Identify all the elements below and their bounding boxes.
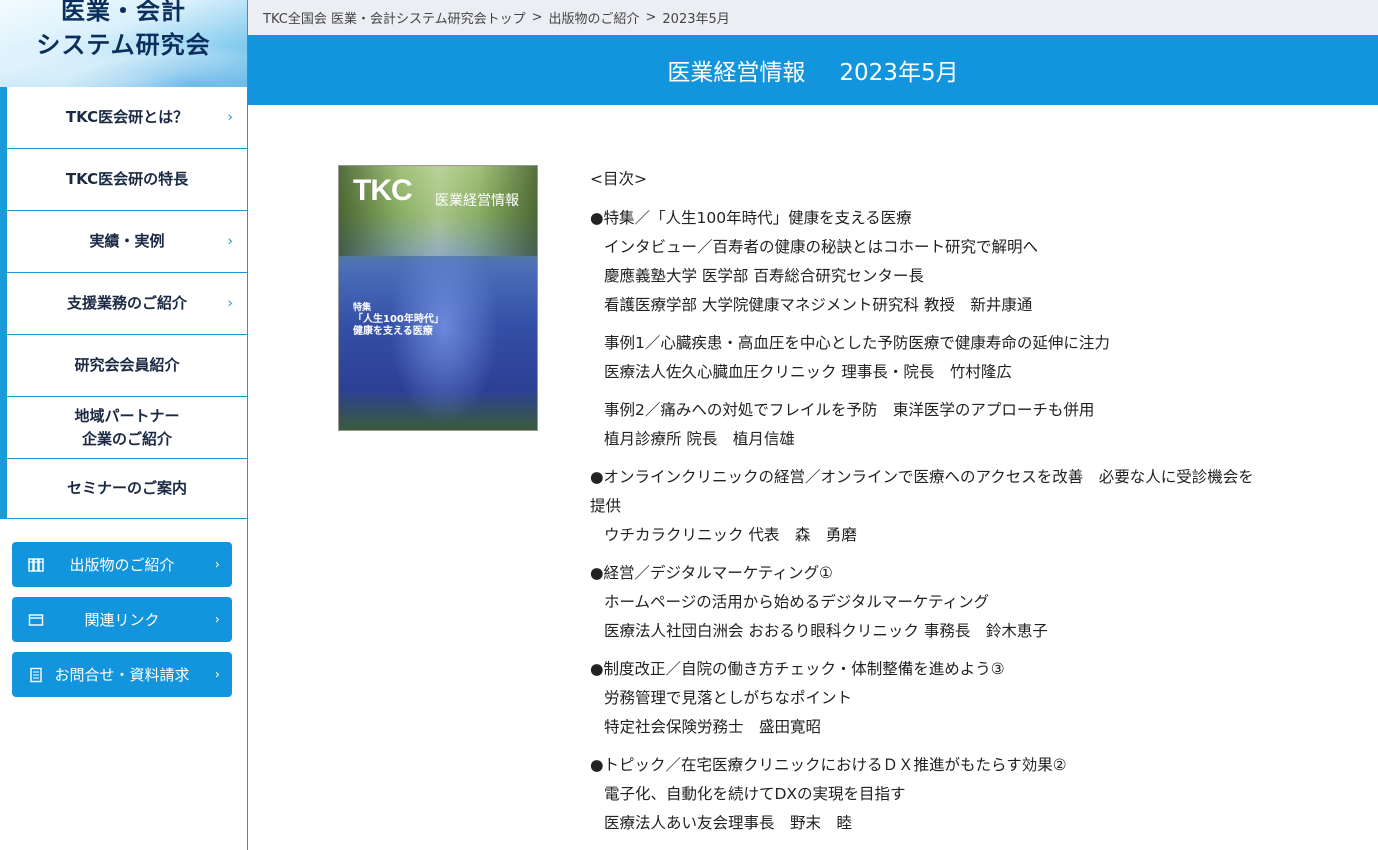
sidebar-item-features[interactable]: TKC医会研の特長 xyxy=(0,149,247,211)
cover-feature: 特集 「人生100年時代」 健康を支える医療 xyxy=(353,302,444,338)
sidebar-item-partners[interactable]: 地域パートナー 企業のご紹介 xyxy=(0,397,247,459)
toc-section: ●制度改正／自院の働き方チェック・体制整備を進めよう③ 労務管理で見落としがちな… xyxy=(590,655,1290,742)
toc-group: 電子化、自動化を続けてDXの実現を目指す 医療法人あい友会理事長 野末 睦 xyxy=(590,780,1290,838)
chevron-right-icon: › xyxy=(227,295,233,311)
toc-section-title: ●制度改正／自院の働き方チェック・体制整備を進めよう③ xyxy=(590,660,1005,678)
cover-feature-title-1: 「人生100年時代」 xyxy=(353,314,444,325)
breadcrumb-separator: > xyxy=(531,10,543,25)
toc-group: 労務管理で見落としがちなポイント 特定社会保険労務士 盛田寛昭 xyxy=(590,684,1290,742)
toc-line: 看護医療学部 大学院健康マネジメント研究科 教授 新井康通 xyxy=(604,296,1033,314)
toc-section: ●オンラインクリニックの経営／オンラインで医療へのアクセスを改善 必要な人に受診… xyxy=(590,463,1290,550)
sidebar: 医業・会計 システム研究会 TKC医会研とは？ › TKC医会研の特長 実績・実… xyxy=(0,0,248,850)
sidebar-item-label: セミナーのご案内 xyxy=(66,479,187,497)
logo-text-line2: システム研究会 xyxy=(36,31,211,59)
toc-section: ●トピック／在宅医療クリニックにおけるＤＸ推進がもたらす効果② 電子化、自動化を… xyxy=(590,751,1290,838)
site-logo[interactable]: 医業・会計 システム研究会 xyxy=(0,0,247,87)
sidebar-item-label: 研究会会員紹介 xyxy=(74,356,180,374)
toc-line: 慶應義塾大学 医学部 百寿総合研究センター長 xyxy=(604,267,924,285)
document-icon xyxy=(30,667,42,682)
toc-line: 医療法人あい友会理事長 野末 睦 xyxy=(604,814,853,832)
breadcrumb-link-publications[interactable]: 出版物のご紹介 xyxy=(548,8,639,27)
toc-section-title-wrap: 提供 xyxy=(590,497,622,515)
toc-section-title: ●経営／デジタルマーケティング① xyxy=(590,564,833,582)
toc-group: 事例1／心臓疾患・高血圧を中心とした予防医療で健康寿命の延伸に注力 医療法人佐久… xyxy=(590,329,1290,387)
toc-group: ホームページの活用から始めるデジタルマーケティング 医療法人社団白洲会 おおるり… xyxy=(590,588,1290,646)
related-links-button[interactable]: 関連リンク › xyxy=(12,597,232,642)
logo-text-line1: 医業・会計 xyxy=(61,0,186,25)
cover-feature-title-2: 健康を支える医療 xyxy=(353,326,433,337)
toc-section: ●特集／「人生100年時代」健康を支える医療 インタビュー／百寿者の健康の秘訣と… xyxy=(590,204,1290,454)
chevron-right-icon: › xyxy=(227,233,233,249)
page-title-date: 2023年5月 xyxy=(839,60,959,86)
magazine-cover-image: TKC 医業経営情報 特集 「人生100年時代」 健康を支える医療 xyxy=(338,165,538,431)
cover-logo: TKC xyxy=(353,174,413,207)
related-links-button-label: 関連リンク xyxy=(84,611,160,629)
toc-line: 事例1／心臓疾患・高血圧を中心とした予防医療で健康寿命の延伸に注力 xyxy=(604,334,1110,352)
toc-section-title: ●トピック／在宅医療クリニックにおけるＤＸ推進がもたらす効果② xyxy=(590,756,1067,774)
sidebar-item-members[interactable]: 研究会会員紹介 xyxy=(0,335,247,397)
toc-line: 特定社会保険労務士 盛田寛昭 xyxy=(604,718,822,736)
publications-button[interactable]: 出版物のご紹介 › xyxy=(12,542,232,587)
breadcrumb-link-top[interactable]: TKC全国会 医業・会計システム研究会トップ xyxy=(263,8,526,27)
toc-section-title: ●特集／「人生100年時代」健康を支える医療 xyxy=(590,209,912,227)
cover-feature-label: 特集 xyxy=(353,303,372,313)
window-icon xyxy=(28,613,44,626)
page-title: 医業経営情報 xyxy=(667,60,806,86)
sidebar-item-label: TKC医会研とは？ xyxy=(65,108,189,126)
toc-line: 事例2／痛みへの対処でフレイルを予防 東洋医学のアプローチも併用 xyxy=(604,401,1095,419)
breadcrumb: TKC全国会 医業・会計システム研究会トップ > 出版物のご紹介 > 2023年… xyxy=(248,0,1378,35)
toc-group: インタビュー／百寿者の健康の秘訣とはコホート研究で解明へ 慶應義塾大学 医学部 … xyxy=(590,233,1290,320)
publications-button-label: 出版物のご紹介 xyxy=(69,556,175,574)
page-title-bar: 医業経営情報 2023年5月 xyxy=(248,35,1378,105)
toc-line: 医療法人佐久心臓血圧クリニック 理事長・院長 竹村隆広 xyxy=(604,363,1012,381)
toc-group: ウチカラクリニック 代表 森 勇磨 xyxy=(590,521,1290,550)
toc-heading: <目次> xyxy=(590,170,647,188)
toc-line: 植月診療所 院長 植月信雄 xyxy=(604,430,795,448)
toc-line: 電子化、自動化を続けてDXの実現を目指す xyxy=(604,785,906,803)
sidebar-item-label-line2: 企業のご紹介 xyxy=(81,429,172,448)
toc-section: ●経営／デジタルマーケティング① ホームページの活用から始めるデジタルマーケティ… xyxy=(590,559,1290,646)
sidebar-item-label-line1: 地域パートナー xyxy=(74,406,180,425)
sidebar-item-label: TKC医会研の特長 xyxy=(65,170,189,188)
toc-line: ホームページの活用から始めるデジタルマーケティング xyxy=(604,593,990,611)
chevron-right-icon: › xyxy=(214,557,220,572)
contact-request-button-label: お問合せ・資料請求 xyxy=(54,666,190,684)
chevron-right-icon: › xyxy=(214,667,220,682)
table-of-contents: <目次> ●特集／「人生100年時代」健康を支える医療 インタビュー／百寿者の健… xyxy=(590,165,1290,847)
toc-line: ウチカラクリニック 代表 森 勇磨 xyxy=(604,526,857,544)
toc-group: 事例2／痛みへの対処でフレイルを予防 東洋医学のアプローチも併用 植月診療所 院… xyxy=(590,396,1290,454)
sidebar-item-seminars[interactable]: セミナーのご案内 xyxy=(0,459,247,519)
cover-magazine-title: 医業経営情報 xyxy=(435,193,519,209)
breadcrumb-current: 2023年5月 xyxy=(662,12,730,27)
sidebar-item-services[interactable]: 支援業務のご紹介 › xyxy=(0,273,247,335)
chevron-right-icon: › xyxy=(214,612,220,627)
toc-line: インタビュー／百寿者の健康の秘訣とはコホート研究で解明へ xyxy=(604,238,1039,256)
sidebar-item-about[interactable]: TKC医会研とは？ › xyxy=(0,87,247,149)
toc-line: 労務管理で見落としがちなポイント xyxy=(604,689,853,707)
books-icon xyxy=(28,557,44,572)
breadcrumb-separator: > xyxy=(645,10,657,25)
toc-section-title: ●オンラインクリニックの経営／オンラインで医療へのアクセスを改善 必要な人に受診… xyxy=(590,468,1254,486)
toc-line: 医療法人社団白洲会 おおるり眼科クリニック 事務長 鈴木恵子 xyxy=(604,622,1048,640)
chevron-right-icon: › xyxy=(227,109,233,125)
contact-request-button[interactable]: お問合せ・資料請求 › xyxy=(12,652,232,697)
sidebar-item-results[interactable]: 実績・実例 › xyxy=(0,211,247,273)
sidebar-item-label: 支援業務のご紹介 xyxy=(66,294,187,312)
sidebar-item-label: 実績・実例 xyxy=(89,232,165,250)
